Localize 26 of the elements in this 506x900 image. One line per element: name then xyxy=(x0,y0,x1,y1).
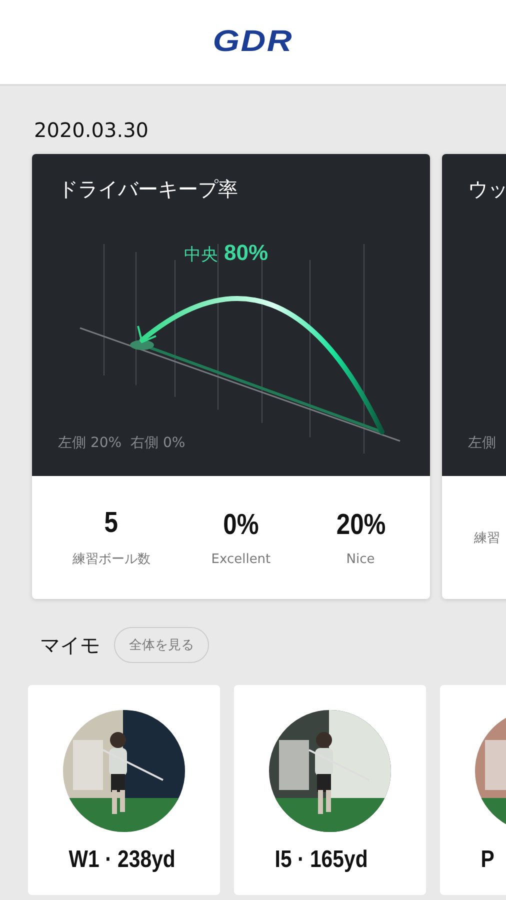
stat-value: 5 xyxy=(104,507,118,540)
memo-caption: W1 · 238yd xyxy=(68,846,176,874)
memo-caption: I5 · 165yd xyxy=(274,846,369,874)
logo: GDR xyxy=(212,25,294,59)
memo-card[interactable]: I5 · 165yd xyxy=(234,685,426,895)
side-reading: 左側 xyxy=(468,434,496,452)
memo-card[interactable]: W1 · 238yd xyxy=(28,685,220,895)
stat-card[interactable]: ウッ 左側 練習 xyxy=(442,154,506,599)
card-title: ウッ xyxy=(468,176,506,203)
stat-label: Nice xyxy=(346,552,375,566)
card-title: ドライバーキープ率 xyxy=(58,176,239,203)
side-reading: 右側 0% xyxy=(130,434,186,452)
date-label: 2020.03.30 xyxy=(34,118,150,144)
center-value: 80% xyxy=(224,240,268,266)
stat-card[interactable]: ドライバーキープ率 中央 80% 左側 20% 右側 0% 5 練習ボール数 0% Excellent 20% Nice xyxy=(32,154,430,599)
memo-caption: P xyxy=(480,846,496,874)
side-reading: 左側 20% xyxy=(58,434,122,452)
stat-label: 練習 xyxy=(474,530,500,546)
memo-card[interactable]: P xyxy=(440,685,506,895)
stat-label: Excellent xyxy=(211,552,271,566)
view-all-button[interactable]: 全体を見る xyxy=(114,627,209,663)
section-title: マイモ xyxy=(40,632,100,658)
stat-value: 20% xyxy=(336,508,386,542)
center-label: 中央 xyxy=(184,244,218,266)
stat-label: 練習ボール数 xyxy=(72,551,150,568)
stat-value: 0% xyxy=(223,508,259,542)
